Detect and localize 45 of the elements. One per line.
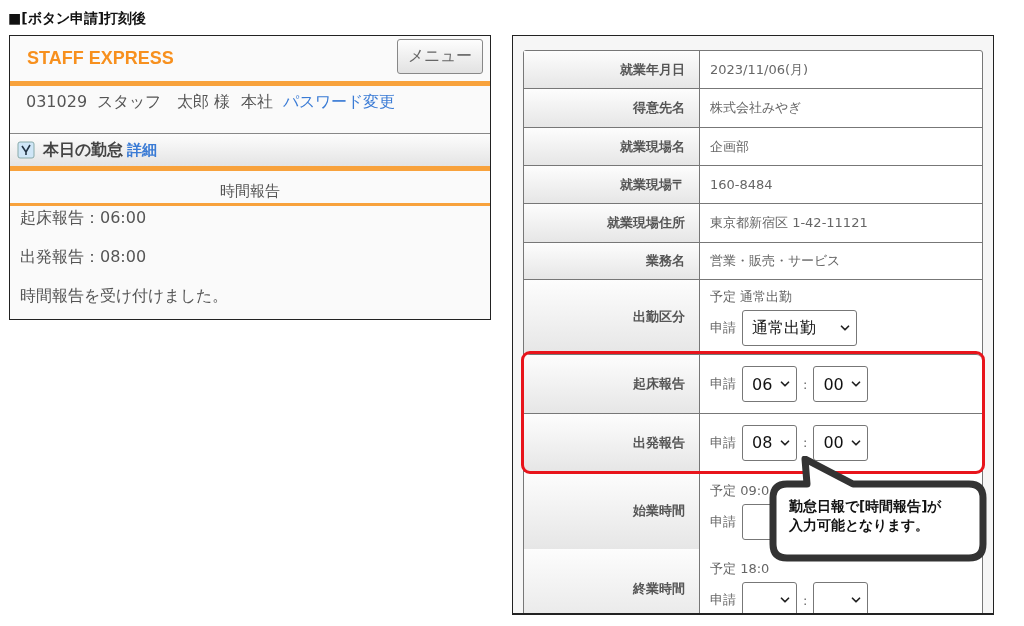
- attendance-select[interactable]: 通常出勤: [742, 310, 857, 346]
- planned-value: 予定 18:0: [710, 560, 771, 578]
- section-heading: ■[ボタン申請]打刻後: [8, 9, 148, 28]
- field-value: 企画部: [710, 137, 750, 156]
- planned-value: 予定 通常出勤: [710, 288, 794, 306]
- field-label: 出発報告: [524, 414, 700, 471]
- field-label: 就業年月日: [524, 51, 700, 88]
- report-line: 起床報告：06:00: [20, 208, 148, 228]
- detail-link[interactable]: 詳細: [127, 140, 157, 160]
- time-separator: :: [803, 376, 808, 392]
- request-label: 申請: [710, 591, 736, 609]
- hour-select[interactable]: 06: [742, 366, 797, 402]
- report-line: 時間報告を受け付けました。: [20, 286, 229, 306]
- field-value: 2023/11/06(月): [710, 60, 810, 79]
- time-separator: :: [803, 435, 808, 450]
- field-value: 営業・販売・サービス: [710, 252, 841, 270]
- field-label: 出勤区分: [524, 280, 700, 354]
- section-title: 本日の勤怠: [43, 139, 123, 161]
- field-label: 業務名: [524, 243, 700, 279]
- user-info: 031029 スタッフ 太郎 様 本社: [26, 92, 273, 113]
- field-label: 得意先名: [524, 89, 700, 127]
- minute-select[interactable]: 00: [813, 366, 869, 402]
- time-separator: :: [803, 592, 808, 608]
- minute-select[interactable]: 00: [813, 424, 869, 461]
- field-label: 就業現場住所: [524, 204, 700, 242]
- password-link[interactable]: パスワード変更: [282, 92, 395, 133]
- planned-value: 予定 09:0: [710, 481, 771, 500]
- report-line: 出発報告：08:00: [20, 247, 148, 267]
- field-label: 就業現場名: [524, 128, 700, 165]
- field-label: 起床報告: [524, 355, 700, 413]
- request-label: 申請: [710, 433, 736, 452]
- subheader: 時間報告: [10, 171, 490, 206]
- callout-text: 勤怠日報で[時間報告]が 入力可能となります。: [789, 497, 942, 535]
- request-label: 申請: [710, 512, 736, 531]
- field-value: 160-8484: [710, 177, 774, 192]
- field-label: 終業時間: [524, 549, 700, 613]
- field-value: 東京都新宿区 1-42-11121: [710, 214, 869, 232]
- request-label: 申請: [710, 375, 736, 393]
- logo: STAFF EXPRESS: [27, 48, 174, 69]
- request-label: 申請: [710, 319, 736, 337]
- menu-button[interactable]: メニュー: [397, 39, 483, 74]
- hour-select[interactable]: 08: [742, 424, 797, 461]
- field-label: 始業時間: [524, 472, 700, 549]
- field-value: 株式会社みやぎ: [710, 99, 802, 117]
- field-label: 就業現場〒: [524, 166, 700, 203]
